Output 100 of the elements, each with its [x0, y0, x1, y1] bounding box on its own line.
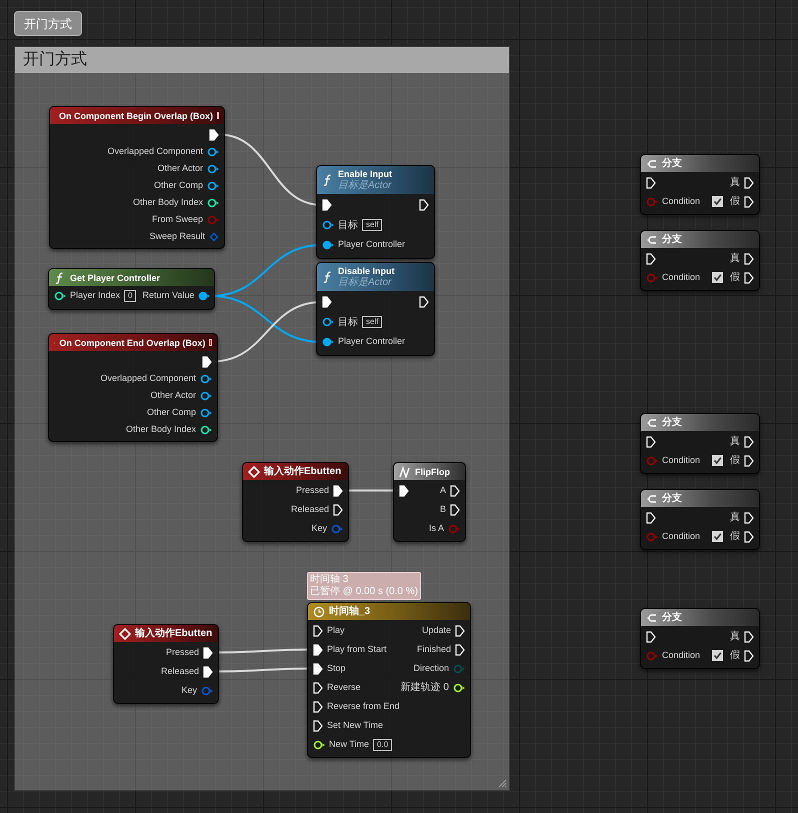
blueprint-node[interactable]: Enable Input 目标是Actor 目标 self Player Controller: [316, 165, 435, 259]
exec-pin-icon[interactable]: [333, 504, 343, 516]
exec-pin-icon[interactable]: [450, 484, 460, 496]
node-title: 分支: [662, 234, 682, 246]
data-pin-icon[interactable]: [322, 317, 334, 327]
exec-pin-icon[interactable]: [744, 196, 754, 208]
clock-icon: [313, 606, 325, 618]
data-pin-icon[interactable]: [200, 408, 212, 418]
data-pin-icon[interactable]: [453, 682, 465, 692]
blueprint-node[interactable]: Get Player Controller Player Index 0 Return Value: [48, 268, 215, 310]
exec-pin-icon[interactable]: [313, 662, 323, 674]
struct-pin-icon[interactable]: [209, 232, 219, 242]
exec-pin-icon[interactable]: [202, 356, 212, 368]
checkbox[interactable]: [712, 455, 724, 466]
blueprint-node[interactable]: 输入动作Ebutten Pressed Released Key: [242, 462, 349, 542]
exec-pin-icon[interactable]: [744, 176, 754, 188]
pin-label: Overlapped Component: [100, 372, 196, 385]
data-pin-icon[interactable]: [207, 146, 219, 156]
pin-label: Stop: [327, 662, 346, 675]
checkbox[interactable]: [712, 531, 724, 542]
blueprint-node[interactable]: 分支 真 Condition 假: [640, 154, 760, 215]
exec-pin-icon[interactable]: [203, 666, 213, 678]
blueprint-node[interactable]: 时间轴_3 Play Update Play from Start Finished Stop Direction Reverse 新建轨迹 0 Reverse from End Set New Time New Time 0.0: [307, 602, 471, 758]
pin-label: Other Actor: [150, 388, 196, 402]
data-pin-icon[interactable]: [200, 390, 212, 400]
pin-label: 假: [730, 271, 740, 285]
data-pin-icon[interactable]: [207, 180, 219, 190]
default-value-field[interactable]: self: [362, 316, 382, 328]
branch-icon: [646, 612, 658, 624]
exec-pin-icon[interactable]: [744, 530, 754, 542]
exec-pin-icon[interactable]: [313, 682, 323, 694]
checkbox[interactable]: [712, 196, 724, 207]
exec-pin-icon[interactable]: [744, 272, 754, 284]
data-pin-icon[interactable]: [207, 198, 219, 208]
exec-pin-icon[interactable]: [419, 199, 429, 211]
exec-pin-icon[interactable]: [744, 650, 754, 662]
exec-pin-icon[interactable]: [744, 512, 754, 524]
exec-pin-icon[interactable]: [322, 296, 332, 308]
exec-pin-icon[interactable]: [313, 644, 323, 656]
blueprint-node[interactable]: On Component Begin Overlap (Box) Overlapped Component Other Actor Other Comp Other Body Index From Sweep Sweep Result: [49, 106, 225, 249]
blueprint-node[interactable]: Disable Input 目标是Actor 目标 self Player Controller: [316, 262, 435, 356]
resize-handle-icon[interactable]: [498, 779, 507, 788]
blueprint-node[interactable]: FlipFlop A B Is A: [393, 462, 466, 542]
exec-pin-icon[interactable]: [646, 436, 656, 448]
blueprint-node[interactable]: 分支 真 Condition 假: [640, 230, 760, 291]
data-pin-icon[interactable]: [322, 337, 334, 347]
data-pin-icon[interactable]: [200, 374, 212, 384]
pin-label: Play from Start: [327, 642, 387, 656]
exec-pin-icon[interactable]: [322, 199, 332, 211]
default-value-field[interactable]: 0: [124, 290, 136, 302]
checkbox[interactable]: [712, 272, 724, 283]
exec-pin-icon[interactable]: [399, 484, 409, 496]
diamond-icon: [248, 466, 260, 478]
comment-title[interactable]: 开门方式: [15, 47, 509, 73]
pin-label: New Time: [329, 738, 370, 751]
pin-label: Finished: [416, 642, 451, 656]
zigzag-icon: [399, 466, 411, 478]
exec-pin-icon[interactable]: [744, 454, 754, 466]
exec-pin-icon[interactable]: [744, 630, 754, 642]
exec-pin-icon[interactable]: [313, 624, 323, 636]
exec-pin-icon[interactable]: [333, 484, 343, 496]
checkbox[interactable]: [712, 650, 724, 661]
pin-label: Released: [160, 664, 199, 678]
pin-label: 假: [730, 649, 740, 663]
pin-label: Reverse from End: [327, 700, 400, 713]
blueprint-node[interactable]: On Component End Overlap (Box) Overlapped Component Other Actor Other Comp Other Body Index: [48, 333, 218, 442]
exec-pin-icon[interactable]: [646, 512, 656, 524]
pin-label: 新建轨迹 0: [400, 680, 449, 695]
data-pin-icon[interactable]: [322, 240, 334, 250]
data-pin-icon[interactable]: [207, 164, 219, 174]
blueprint-node[interactable]: 分支 真 Condition 假: [640, 489, 760, 550]
data-pin-icon[interactable]: [198, 291, 210, 301]
delegate-pin-icon[interactable]: [217, 112, 220, 119]
exec-pin-icon[interactable]: [203, 646, 213, 658]
exec-pin-icon[interactable]: [455, 644, 465, 656]
pin-label: Condition: [662, 194, 700, 208]
exec-pin-icon[interactable]: [419, 296, 429, 308]
data-pin-icon[interactable]: [322, 220, 334, 230]
exec-pin-icon[interactable]: [209, 128, 219, 140]
pin-label: Play: [327, 624, 345, 637]
timeline-tooltip-line: 时间轴 3: [310, 574, 350, 586]
exec-pin-icon[interactable]: [744, 436, 754, 448]
exec-pin-icon[interactable]: [450, 504, 460, 516]
data-pin-icon[interactable]: [200, 424, 212, 434]
exec-pin-icon[interactable]: [313, 700, 323, 712]
exec-pin-icon[interactable]: [313, 720, 323, 732]
default-value-field[interactable]: self: [362, 219, 382, 231]
default-value-field[interactable]: 0.0: [373, 738, 392, 750]
data-pin-icon[interactable]: [54, 291, 66, 301]
blueprint-node[interactable]: 分支 真 Condition 假: [640, 608, 760, 669]
exec-pin-icon[interactable]: [646, 252, 656, 264]
data-pin-icon[interactable]: [313, 740, 325, 750]
blueprint-node[interactable]: 分支 真 Condition 假: [640, 413, 760, 474]
pin-label: 真: [730, 630, 740, 644]
exec-pin-icon[interactable]: [646, 176, 656, 188]
blueprint-node[interactable]: 输入动作Ebutten Pressed Released Key: [113, 624, 219, 704]
exec-pin-icon[interactable]: [455, 624, 465, 636]
exec-pin-icon[interactable]: [744, 252, 754, 264]
exec-pin-icon[interactable]: [646, 630, 656, 642]
diamond-icon: [119, 628, 131, 640]
